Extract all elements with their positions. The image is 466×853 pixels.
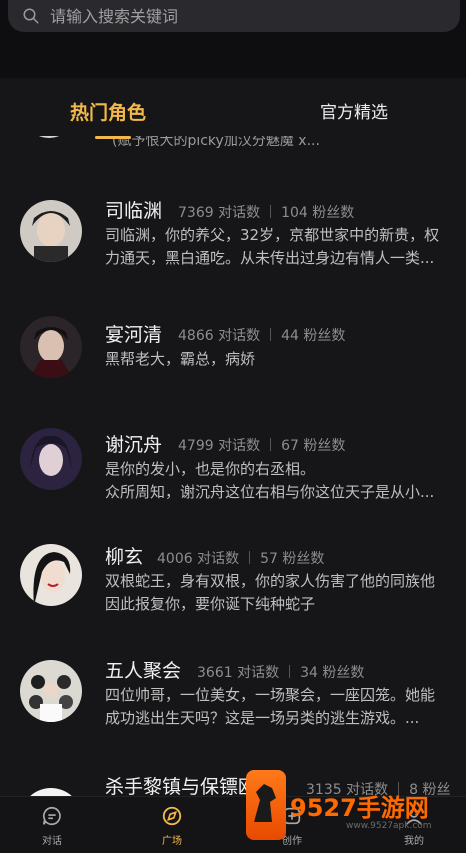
desc-line: 因此报复你，要你诞下纯种蛇子	[105, 595, 316, 613]
dialog-count: 3661 对话数	[197, 665, 280, 681]
plaza-icon	[162, 806, 182, 826]
avatar	[20, 316, 82, 378]
avatar	[20, 200, 82, 262]
dialog-count: 4006 对话数	[157, 551, 240, 567]
nav-chat[interactable]: 对话	[22, 805, 82, 847]
tab-official-picks[interactable]: 官方精选	[320, 98, 388, 123]
character-stats: 7369 对话数 104 粉丝数	[178, 202, 354, 222]
dialog-count: 7369 对话数	[178, 205, 261, 221]
avatar	[20, 544, 82, 606]
character-desc: 黑帮老大，霸总，病娇	[105, 348, 461, 371]
horse-logo-icon	[246, 770, 286, 840]
search-input[interactable]	[50, 6, 430, 26]
character-name: 谢沉舟	[105, 434, 163, 456]
fan-count: 34 粉丝数	[300, 665, 365, 681]
character-stats: 4799 对话数 67 粉丝数	[178, 435, 345, 455]
fan-count: 44 粉丝数	[281, 328, 346, 344]
character-desc: 司临渊，你的养父，32岁，京都世家中的新贵，权 力通天，黑白通吃。从未传出过身边…	[105, 224, 461, 270]
active-tab-indicator	[95, 136, 131, 139]
fan-count: 104 粉丝数	[281, 205, 355, 221]
dialog-count: 4866 对话数	[178, 328, 261, 344]
search-bar[interactable]	[8, 0, 460, 32]
list-item[interactable]: 司临渊 7369 对话数 104 粉丝数 司临渊，你的养父，32岁，京都世家中的新…	[0, 194, 466, 304]
desc-line: 力通天，黑白通吃。从未传出过身边有情人一类...	[105, 249, 435, 267]
character-name: 柳玄	[105, 546, 144, 568]
nav-label: 对话	[42, 836, 62, 847]
nav-plaza[interactable]: 广场	[142, 805, 202, 847]
tab-hot-characters[interactable]: 热门角色	[70, 98, 146, 125]
divider	[270, 205, 272, 218]
list-item[interactable]: 柳玄 4006 对话数 57 粉丝数 双根蛇王，身有双根，你的家人伤害了他的同族他…	[0, 540, 466, 650]
tab-bar: 热门角色 官方精选	[0, 78, 466, 136]
desc-line: 四位帅哥，一位美女，一场聚会，一座囚笼。她能	[105, 686, 436, 704]
chat-icon	[42, 806, 61, 826]
character-desc: (赋予恨大的picky加汉分魅魔 x...	[112, 136, 320, 149]
watermark-url: www.9527apk.com	[346, 821, 432, 831]
desc-line: 黑帮老大，霸总，病娇	[105, 350, 256, 368]
desc-line: 双根蛇王，身有双根，你的家人伤害了他的同族他	[105, 572, 436, 590]
character-stats: 3661 对话数 34 粉丝数	[197, 662, 364, 682]
character-list[interactable]: (赋予恨大的picky加汉分魅魔 x... 司临渊 7369 对话数 104 粉丝…	[0, 136, 466, 796]
nav-label: 广场	[162, 836, 182, 847]
avatar	[20, 788, 82, 796]
desc-line: 成功逃出生天吗？这是一场另类的逃生游戏。...	[105, 709, 420, 727]
desc-line: 众所周知，谢沉舟这位右相与你这位天子是从小...	[105, 483, 435, 501]
avatar	[20, 660, 82, 722]
desc-line: 是你的发小，也是你的右丞相。	[105, 460, 316, 478]
search-icon	[23, 8, 39, 24]
fan-count: 67 粉丝数	[281, 438, 346, 454]
divider	[270, 328, 272, 341]
watermark-text: 9527手游网	[290, 794, 429, 822]
list-item[interactable]: 宴河清 4866 对话数 44 粉丝数 黑帮老大，霸总，病娇	[0, 316, 466, 426]
desc-line: 司临渊，你的养父，32岁，京都世家中的新贵，权	[105, 226, 440, 244]
character-name: 司临渊	[105, 200, 163, 222]
divider	[249, 551, 251, 564]
dialog-count: 4799 对话数	[178, 438, 261, 454]
site-watermark: 9527手游网 www.9527apk.com	[246, 770, 466, 840]
avatar	[26, 136, 72, 138]
character-desc: 四位帅哥，一位美女，一场聚会，一座囚笼。她能 成功逃出生天吗？这是一场另类的逃生…	[105, 684, 461, 730]
search-area	[0, 0, 466, 78]
character-stats: 4866 对话数 44 粉丝数	[178, 325, 345, 345]
character-stats: 4006 对话数 57 粉丝数	[157, 548, 324, 568]
character-name: 宴河清	[105, 324, 163, 346]
character-name: 五人聚会	[105, 660, 182, 682]
fan-count: 57 粉丝数	[260, 551, 325, 567]
divider	[289, 665, 291, 678]
list-item[interactable]: 谢沉舟 4799 对话数 67 粉丝数 是你的发小，也是你的右丞相。 众所周知，谢…	[0, 426, 466, 536]
list-item[interactable]: 五人聚会 3661 对话数 34 粉丝数 四位帅哥，一位美女，一场聚会，一座囚笼。…	[0, 654, 466, 764]
avatar	[20, 428, 82, 490]
character-desc: 双根蛇王，身有双根，你的家人伤害了他的同族他 因此报复你，要你诞下纯种蛇子	[105, 570, 461, 616]
character-desc: 是你的发小，也是你的右丞相。 众所周知，谢沉舟这位右相与你这位天子是从小...	[105, 458, 461, 504]
list-item-partial[interactable]: (赋予恨大的picky加汉分魅魔 x...	[0, 136, 466, 150]
divider	[270, 438, 272, 451]
